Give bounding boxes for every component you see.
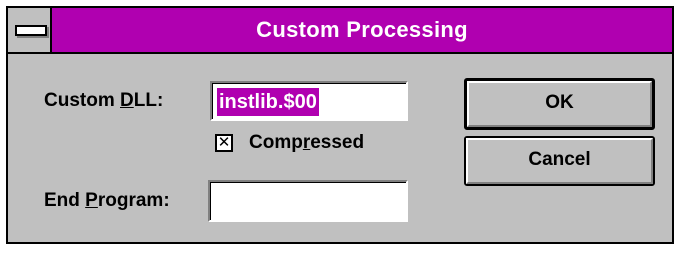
compressed-checkbox[interactable]: ✕ — [215, 134, 233, 152]
custom-dll-input[interactable]: instlib.$00 — [210, 81, 408, 121]
custom-processing-dialog: Custom Processing Custom DLL: instlib.$0… — [6, 6, 674, 244]
system-menu-icon — [15, 25, 47, 36]
system-menu-button[interactable] — [8, 8, 52, 52]
custom-dll-label: Custom DLL: — [44, 90, 164, 111]
cancel-button-label: Cancel — [528, 149, 591, 170]
checkbox-x-icon: ✕ — [217, 134, 231, 151]
custom-dll-value: instlib.$00 — [217, 88, 319, 116]
end-program-label: End Program: — [44, 190, 170, 211]
title-bar[interactable]: Custom Processing — [8, 8, 672, 54]
cancel-button[interactable]: Cancel — [464, 136, 655, 186]
end-program-input[interactable] — [208, 180, 408, 222]
ok-button[interactable]: OK — [464, 78, 655, 130]
compressed-label[interactable]: Compressed — [249, 132, 364, 154]
ok-button-label: OK — [545, 92, 574, 113]
window-title: Custom Processing — [256, 17, 468, 42]
